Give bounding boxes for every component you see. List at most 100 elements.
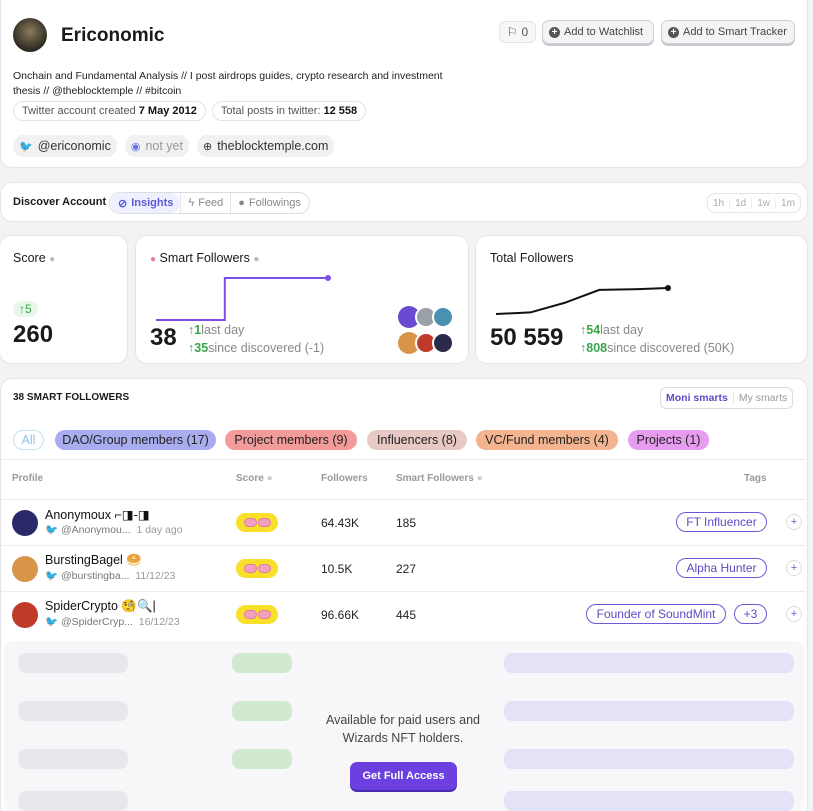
- bolt-icon: ϟ: [188, 197, 195, 209]
- score-badge: [236, 559, 278, 578]
- smart-followers-value: 38: [150, 324, 177, 351]
- range-1h[interactable]: 1h: [708, 198, 729, 209]
- flag-icon: ⚐: [506, 25, 518, 39]
- posts-badge: Total posts in twitter: 12 558: [211, 101, 367, 121]
- score-value: 260: [13, 321, 54, 348]
- discover-tabs: ⊘ Insights ϟ Feed ● Followings: [109, 192, 310, 214]
- globe-icon: ⊕: [202, 140, 213, 153]
- tag-badge[interactable]: Founder of SoundMint: [586, 604, 726, 624]
- info-icon: ●: [253, 254, 260, 265]
- col-tags: Tags: [744, 473, 767, 484]
- filter-dao-group[interactable]: DAO/Group members (17): [55, 430, 216, 450]
- followers-count: 10.5K: [321, 562, 353, 576]
- range-1w[interactable]: 1w: [751, 197, 775, 209]
- moni-smarts-toggle[interactable]: Moni smarts: [661, 392, 733, 404]
- insights-icon: ⊘: [118, 197, 128, 210]
- range-1m[interactable]: 1m: [775, 197, 800, 209]
- twitter-icon: 🐦: [45, 616, 59, 628]
- filter-projects[interactable]: Projects (1): [628, 430, 709, 450]
- follower-avatars: [398, 306, 458, 358]
- discover-bar: Discover Account ⊘ Insights ϟ Feed ● Follow…: [0, 182, 808, 222]
- created-badge: Twitter account created 7 May 2012: [13, 101, 206, 121]
- add-to-watchlist-button[interactable]: + Add to Watchlist: [542, 20, 654, 44]
- table-row[interactable]: Anonymoux ⌐◨-◨ 🐦 @Anonymou... 1 day ago …: [0, 499, 806, 545]
- add-tag-button[interactable]: +: [786, 514, 802, 530]
- total-day-delta: ↑54: [580, 323, 601, 337]
- avatar: [12, 556, 38, 582]
- smart-followers-count: 185: [396, 516, 417, 530]
- avatar: [432, 332, 454, 354]
- tab-followings[interactable]: ● Followings: [230, 193, 308, 213]
- table-row[interactable]: SpiderCrypto 🧐🔍| 🐦 @SpiderCryp... 16/12/…: [0, 591, 806, 637]
- flag-counter[interactable]: ⚐ 0: [499, 21, 536, 43]
- col-profile[interactable]: Profile: [12, 473, 43, 484]
- smart-followers-end-point: [325, 275, 331, 281]
- tab-feed[interactable]: ϟ Feed: [180, 193, 230, 213]
- website-link[interactable]: ⊕ theblocktemple.com: [196, 135, 335, 157]
- info-icon: ●: [476, 473, 483, 484]
- more-tags-badge[interactable]: +3: [734, 604, 767, 624]
- range-1d[interactable]: 1d: [729, 197, 751, 209]
- filter-project-members[interactable]: Project members (9): [225, 430, 357, 450]
- filter-vc-fund[interactable]: VC/Fund members (4): [476, 430, 618, 450]
- smart-followers-card: ● Smart Followers ● 38 ↑1last day ↑35sin…: [135, 235, 469, 364]
- add-tag-button[interactable]: +: [786, 606, 802, 622]
- get-full-access-button[interactable]: Get Full Access: [350, 762, 457, 790]
- filter-bar: All DAO/Group members (17) Project membe…: [1, 430, 807, 452]
- smart-followers-line: [156, 277, 328, 321]
- followers-count: 96.66K: [321, 608, 360, 622]
- profile-name: Ericonomic: [61, 25, 165, 46]
- score-badge: [236, 513, 278, 532]
- avatar: [13, 18, 47, 52]
- avatar: [12, 510, 38, 536]
- twitter-icon: 🐦: [19, 140, 33, 153]
- col-smart-followers[interactable]: Smart Followers ●: [396, 473, 483, 484]
- social-links: 🐦 @ericonomic ◉ not yet ⊕ theblocktemple.co…: [13, 135, 335, 157]
- avatar: [432, 306, 454, 328]
- score-card: Score ● ↑5 260: [0, 235, 128, 364]
- twitter-icon: 🐦: [45, 570, 59, 582]
- my-smarts-toggle[interactable]: My smarts: [732, 392, 792, 404]
- smart-disc-delta: ↑35: [188, 341, 209, 355]
- col-followers[interactable]: Followers: [321, 473, 368, 484]
- smart-followers-chart: [156, 275, 331, 321]
- add-tag-button[interactable]: +: [786, 560, 802, 576]
- twitter-link[interactable]: 🐦 @ericonomic: [13, 135, 117, 157]
- add-to-smart-tracker-button[interactable]: + Add to Smart Tracker: [661, 20, 795, 44]
- twitter-icon: 🐦: [45, 524, 59, 536]
- col-score[interactable]: Score ●: [236, 473, 273, 484]
- tag-badge[interactable]: Alpha Hunter: [676, 558, 767, 578]
- total-followers-end-point: [665, 285, 671, 291]
- bio: Onchain and Fundamental Analysis // I po…: [13, 70, 443, 97]
- score-title: Score: [13, 251, 46, 265]
- paywall-message: Available for paid users and Wizards NFT…: [325, 713, 481, 745]
- table-row[interactable]: BurstingBagel 🥯 🐦 @burstingba... 11/12/2…: [0, 545, 806, 591]
- tab-insights[interactable]: ⊘ Insights: [111, 193, 181, 213]
- section-title: 38 SMART FOLLOWERS: [13, 392, 130, 403]
- score-delta: ↑5: [13, 301, 38, 317]
- follower-name[interactable]: Anonymoux ⌐◨-◨: [45, 507, 150, 522]
- profile-card: Ericonomic ⚐ 0 + Add to Watchlist + Add to …: [0, 0, 808, 168]
- total-followers-line: [495, 287, 669, 315]
- filter-influencers[interactable]: Influencers (8): [367, 430, 467, 450]
- total-followers-card: Total Followers 50 559 ↑54last day ↑808s…: [475, 235, 808, 364]
- info-icon: ●: [266, 473, 273, 484]
- time-range: 1h 1d 1w 1m: [707, 193, 801, 213]
- tag-badge[interactable]: FT Influencer: [676, 512, 767, 532]
- total-disc-delta: ↑808: [580, 341, 608, 355]
- follower-name[interactable]: BurstingBagel 🥯: [45, 553, 142, 568]
- follower-name[interactable]: SpiderCrypto 🧐🔍|: [45, 599, 156, 614]
- smart-followers-title: Smart Followers: [159, 251, 250, 265]
- followers-count: 64.43K: [321, 516, 360, 530]
- discord-link[interactable]: ◉ not yet: [124, 135, 189, 157]
- plus-icon: +: [668, 26, 679, 38]
- total-followers-chart: [495, 285, 671, 315]
- account-meta: Twitter account created 7 May 2012 Total …: [13, 101, 367, 121]
- score-badge: [236, 605, 278, 624]
- total-followers-value: 50 559: [490, 324, 564, 351]
- total-followers-title: Total Followers: [490, 251, 574, 265]
- smart-followers-count: 445: [396, 608, 417, 622]
- plus-icon: +: [549, 26, 560, 38]
- filter-all[interactable]: All: [13, 430, 44, 450]
- smart-followers-count: 227: [396, 562, 417, 576]
